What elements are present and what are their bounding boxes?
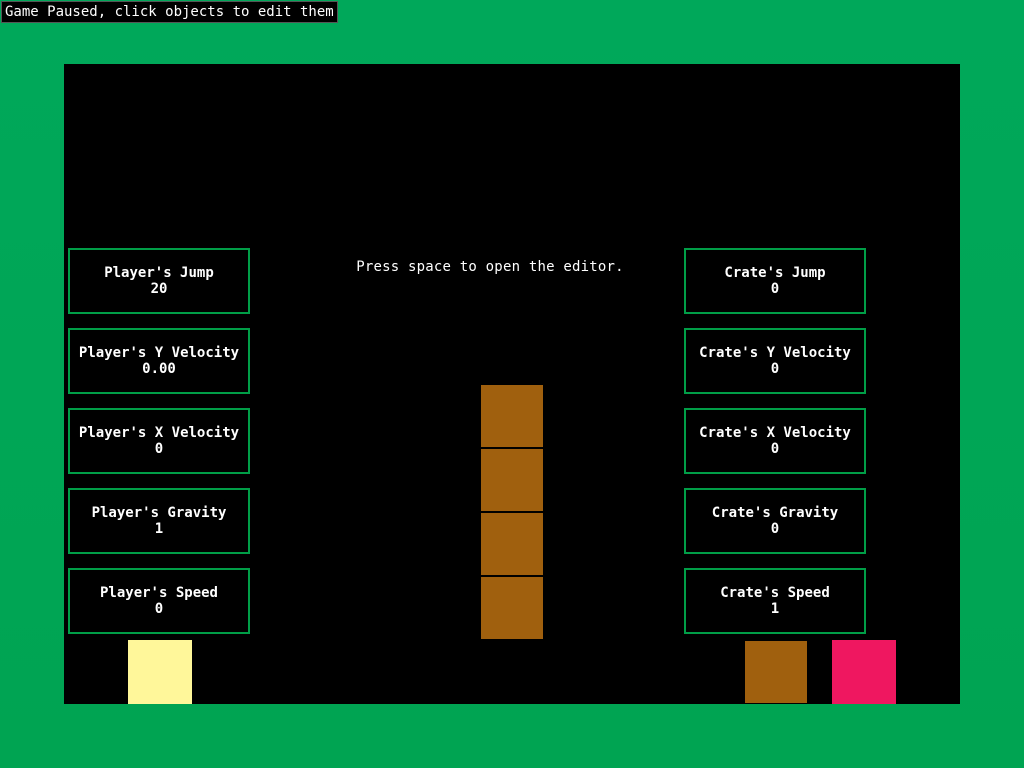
- crate-jump-value: 0: [770, 281, 780, 297]
- player-jump-panel[interactable]: Player's Jump 20: [68, 248, 250, 314]
- player-y-velocity-label: Player's Y Velocity: [78, 345, 240, 361]
- crate-object[interactable]: [745, 641, 807, 703]
- crate-gravity-value: 0: [770, 521, 780, 537]
- crate-speed-panel[interactable]: Crate's Speed 1: [684, 568, 866, 634]
- goal-object[interactable]: [832, 640, 896, 704]
- player-speed-value: 0: [154, 601, 164, 617]
- player-speed-panel[interactable]: Player's Speed 0: [68, 568, 250, 634]
- player-jump-value: 20: [150, 281, 168, 297]
- player-gravity-panel[interactable]: Player's Gravity 1: [68, 488, 250, 554]
- crate-jump-label: Crate's Jump: [724, 265, 826, 281]
- crate-speed-value: 1: [770, 601, 780, 617]
- player-x-velocity-panel[interactable]: Player's X Velocity 0: [68, 408, 250, 474]
- player-gravity-value: 1: [154, 521, 164, 537]
- crate-y-velocity-value: 0: [770, 361, 780, 377]
- player-speed-label: Player's Speed: [99, 585, 218, 601]
- player-y-velocity-panel[interactable]: Player's Y Velocity 0.00: [68, 328, 250, 394]
- player-x-velocity-value: 0: [154, 441, 164, 457]
- game-stage[interactable]: Press space to open the editor. Player's…: [64, 64, 960, 704]
- crate-x-velocity-label: Crate's X Velocity: [699, 425, 851, 441]
- crate-y-velocity-label: Crate's Y Velocity: [699, 345, 851, 361]
- player-jump-label: Player's Jump: [104, 265, 214, 281]
- player-gravity-label: Player's Gravity: [91, 505, 227, 521]
- crate-object[interactable]: [481, 577, 543, 639]
- crate-object[interactable]: [481, 385, 543, 447]
- crate-jump-panel[interactable]: Crate's Jump 0: [684, 248, 866, 314]
- crate-x-velocity-value: 0: [770, 441, 780, 457]
- crate-object[interactable]: [481, 513, 543, 575]
- player-x-velocity-label: Player's X Velocity: [78, 425, 240, 441]
- editor-hint: Press space to open the editor.: [356, 259, 624, 275]
- crate-y-velocity-panel[interactable]: Crate's Y Velocity 0: [684, 328, 866, 394]
- player-object[interactable]: [128, 640, 192, 704]
- crate-object[interactable]: [481, 449, 543, 511]
- crate-x-velocity-panel[interactable]: Crate's X Velocity 0: [684, 408, 866, 474]
- crate-gravity-panel[interactable]: Crate's Gravity 0: [684, 488, 866, 554]
- crate-speed-label: Crate's Speed: [720, 585, 830, 601]
- player-y-velocity-value: 0.00: [142, 361, 176, 377]
- game-status-label: Game Paused, click objects to edit them: [1, 1, 338, 23]
- crate-gravity-label: Crate's Gravity: [711, 505, 839, 521]
